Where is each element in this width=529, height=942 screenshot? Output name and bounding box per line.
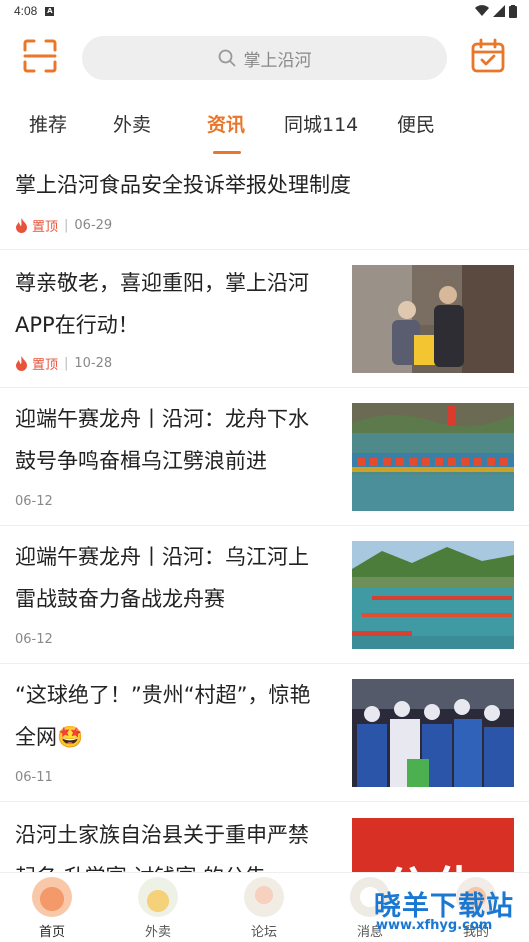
- meta-divider: |: [64, 218, 69, 233]
- news-title-line1: 沿河土家族自治县关于重申严禁: [15, 823, 309, 847]
- news-meta: 06-12: [15, 494, 53, 509]
- news-date: 10-28: [74, 356, 113, 371]
- news-item[interactable]: 迎端午赛龙舟丨沿河：龙舟下水 鼓号争鸣奋楫乌江劈浪前进 06-12: [0, 388, 529, 526]
- tab-convenience[interactable]: 便民: [397, 110, 435, 137]
- meta-divider: |: [64, 356, 69, 371]
- news-item[interactable]: 掌上沿河食品安全投诉举报处理制度 置顶 | 06-29: [0, 160, 529, 250]
- news-title-line2: 全网🤩: [15, 725, 84, 749]
- nav-takeout[interactable]: 外卖: [128, 877, 188, 940]
- news-date: 06-11: [15, 770, 53, 785]
- scan-icon: [23, 39, 57, 73]
- nav-home[interactable]: 首页: [22, 877, 82, 940]
- fire-icon: [16, 356, 27, 371]
- news-date: 06-29: [74, 218, 113, 233]
- category-tabs: 推荐 外卖 资讯 同城114 便民: [0, 100, 529, 156]
- news-meta: 置顶 | 10-28: [15, 354, 112, 373]
- battery-icon: [509, 4, 517, 18]
- news-meta: 置顶 | 06-29: [15, 216, 112, 235]
- news-title: “这球绝了！”贵州“村超”，惊艳 全网🤩: [15, 674, 311, 758]
- news-meta: 06-12: [15, 632, 53, 647]
- scan-button[interactable]: [22, 38, 58, 74]
- notification-icon: A: [45, 6, 55, 16]
- wifi-icon: [475, 5, 489, 17]
- calendar-check-icon: [471, 38, 505, 73]
- news-date: 06-12: [15, 632, 53, 647]
- news-title-line1: “这球绝了！”贵州“村超”，惊艳: [15, 683, 311, 707]
- nav-label: 首页: [38, 925, 65, 940]
- news-item[interactable]: 尊亲敬老，喜迎重阳，掌上沿河 APP在行动！ 置顶 | 10-28: [0, 250, 529, 388]
- news-item[interactable]: “这球绝了！”贵州“村超”，惊艳 全网🤩 06-11: [0, 664, 529, 802]
- watermark-url: www.xfhyg.com: [376, 918, 493, 933]
- news-thumbnail: [352, 541, 514, 649]
- pinned-label: 置顶: [32, 220, 59, 235]
- nav-forum[interactable]: 论坛: [234, 877, 294, 940]
- search-bar[interactable]: 掌上沿河: [82, 36, 447, 80]
- news-title-line2: 鼓号争鸣奋楫乌江劈浪前进: [15, 449, 267, 473]
- status-time: 4:08: [14, 4, 38, 18]
- header: 掌上沿河: [0, 30, 529, 86]
- watermark: 晓羊下载站 www.xfhyg.com: [352, 882, 527, 938]
- checkin-button[interactable]: [470, 38, 506, 74]
- active-tab-indicator: [213, 151, 241, 154]
- fire-icon: [16, 218, 27, 233]
- tab-recommend[interactable]: 推荐: [29, 110, 67, 137]
- signal-icon: [493, 5, 505, 17]
- news-meta: 06-11: [15, 770, 53, 785]
- search-icon: [218, 49, 236, 67]
- news-title: 迎端午赛龙舟丨沿河：乌江河上 雷战鼓奋力备战龙舟赛: [15, 536, 309, 620]
- search-placeholder: 掌上沿河: [243, 50, 312, 71]
- tab-takeout[interactable]: 外卖: [113, 110, 151, 137]
- news-thumbnail: [352, 403, 514, 511]
- news-title: 掌上沿河食品安全投诉举报处理制度: [15, 173, 351, 197]
- news-date: 06-12: [15, 494, 53, 509]
- forum-icon: [244, 877, 284, 917]
- news-thumbnail: [352, 265, 514, 373]
- home-icon: [32, 877, 72, 917]
- news-title: 尊亲敬老，喜迎重阳，掌上沿河 APP在行动！: [15, 262, 309, 346]
- tab-city114[interactable]: 同城114: [284, 110, 358, 137]
- nav-label: 论坛: [250, 925, 277, 940]
- pinned-label: 置顶: [32, 358, 59, 373]
- news-item[interactable]: 迎端午赛龙舟丨沿河：乌江河上 雷战鼓奋力备战龙舟赛 06-12: [0, 526, 529, 664]
- takeout-icon: [138, 877, 178, 917]
- news-title-line2: APP在行动！: [15, 313, 139, 337]
- news-title-line2: 雷战鼓奋力备战龙舟赛: [15, 587, 225, 611]
- news-title-line1: 尊亲敬老，喜迎重阳，掌上沿河: [15, 271, 309, 295]
- nav-label: 外卖: [144, 925, 171, 940]
- status-bar: 4:08 A: [0, 0, 529, 22]
- news-title-line1: 迎端午赛龙舟丨沿河：龙舟下水: [15, 407, 309, 431]
- tab-news[interactable]: 资讯: [207, 110, 245, 137]
- news-title-line1: 迎端午赛龙舟丨沿河：乌江河上: [15, 545, 309, 569]
- news-title: 迎端午赛龙舟丨沿河：龙舟下水 鼓号争鸣奋楫乌江劈浪前进: [15, 398, 309, 482]
- news-thumbnail: [352, 679, 514, 787]
